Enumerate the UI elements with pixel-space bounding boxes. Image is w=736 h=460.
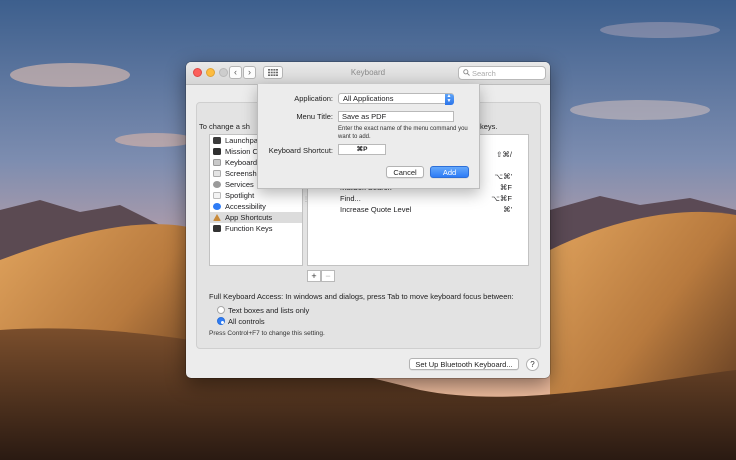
screenshots-icon: [213, 170, 221, 177]
application-popup[interactable]: All Applications ▲ ▼: [338, 93, 454, 105]
launchpad-icon: [213, 137, 221, 144]
titlebar: ‹ › Keyboard: [186, 62, 550, 85]
menu-title-field[interactable]: Save as PDF: [338, 111, 454, 122]
function-keys-icon: [213, 225, 221, 232]
shortcut-key: ⌘': [503, 205, 512, 214]
shortcut-key: ⇧⌘/: [496, 150, 512, 159]
keyboard-shortcut-field[interactable]: ⌘P: [338, 144, 386, 155]
mission-control-icon: [213, 148, 221, 155]
accessibility-icon: [213, 203, 221, 210]
category-label: Screensho: [225, 169, 261, 178]
full-keyboard-access-text: Full Keyboard Access: In windows and dia…: [209, 292, 514, 301]
cancel-button[interactable]: Cancel: [386, 166, 424, 178]
add-shortcut-button[interactable]: +: [307, 270, 321, 282]
instruction-text-end: keys.: [480, 122, 498, 131]
keyboard-icon: [213, 159, 221, 166]
add-remove-control: + −: [307, 270, 336, 282]
keyboard-shortcut-label: Keyboard Shortcut:: [268, 146, 333, 155]
popup-arrows-icon: ▲ ▼: [444, 93, 454, 105]
instruction-text: To change a sh: [199, 122, 250, 131]
radio-label: Text boxes and lists only: [228, 305, 310, 315]
category-label: Services: [225, 180, 254, 189]
category-label: Spotlight: [225, 191, 255, 200]
shortcut-name: Find...: [340, 194, 361, 203]
remove-shortcut-button[interactable]: −: [321, 270, 335, 282]
category-label: Launchpa: [225, 136, 258, 145]
radio-all-controls[interactable]: All controls: [217, 316, 265, 326]
menu-title-note: Enter the exact name of the menu command…: [338, 126, 468, 140]
category-function-keys[interactable]: Function Keys: [210, 223, 302, 234]
shortcut-row[interactable]: Increase Quote Level ⌘': [308, 204, 528, 215]
category-app-shortcuts[interactable]: App Shortcuts: [210, 212, 302, 223]
category-label: Accessibility: [225, 202, 266, 211]
category-label: Function Keys: [225, 224, 273, 233]
shortcut-key: ⌥⌘': [494, 172, 512, 181]
application-label: Application:: [294, 94, 333, 103]
shortcut-row[interactable]: Find... ⌥⌘F: [308, 193, 528, 204]
search-icon: [463, 69, 470, 76]
shortcut-key: ⌥⌘F: [491, 194, 512, 203]
radio-label: All controls: [228, 316, 265, 326]
category-spotlight[interactable]: Spotlight: [210, 190, 302, 201]
menu-title-label: Menu Title:: [296, 112, 333, 121]
spotlight-icon: [213, 192, 221, 199]
shortcut-key: ⌘F: [499, 183, 512, 192]
services-gear-icon: [213, 181, 221, 188]
hint-text: Press Control+F7 to change this setting.: [209, 330, 325, 337]
category-label: Mission C: [225, 147, 258, 156]
shortcut-name: Increase Quote Level: [340, 205, 412, 214]
app-shortcuts-icon: [213, 214, 221, 221]
application-value: All Applications: [343, 94, 394, 103]
category-label: Keyboard: [225, 158, 258, 167]
category-accessibility[interactable]: Accessibility: [210, 201, 302, 212]
radio-button[interactable]: [217, 317, 225, 325]
add-shortcut-sheet: Application: All Applications ▲ ▼ Menu Ti…: [257, 84, 480, 189]
set-up-bluetooth-keyboard-button[interactable]: Set Up Bluetooth Keyboard...: [409, 358, 519, 370]
search-input[interactable]: [472, 68, 542, 78]
radio-button[interactable]: [217, 306, 225, 314]
category-label: App Shortcuts: [225, 213, 273, 222]
help-button[interactable]: ?: [526, 358, 539, 371]
search-field[interactable]: [458, 66, 546, 80]
add-button[interactable]: Add: [430, 166, 469, 178]
radio-text-boxes-only[interactable]: Text boxes and lists only: [217, 305, 309, 315]
